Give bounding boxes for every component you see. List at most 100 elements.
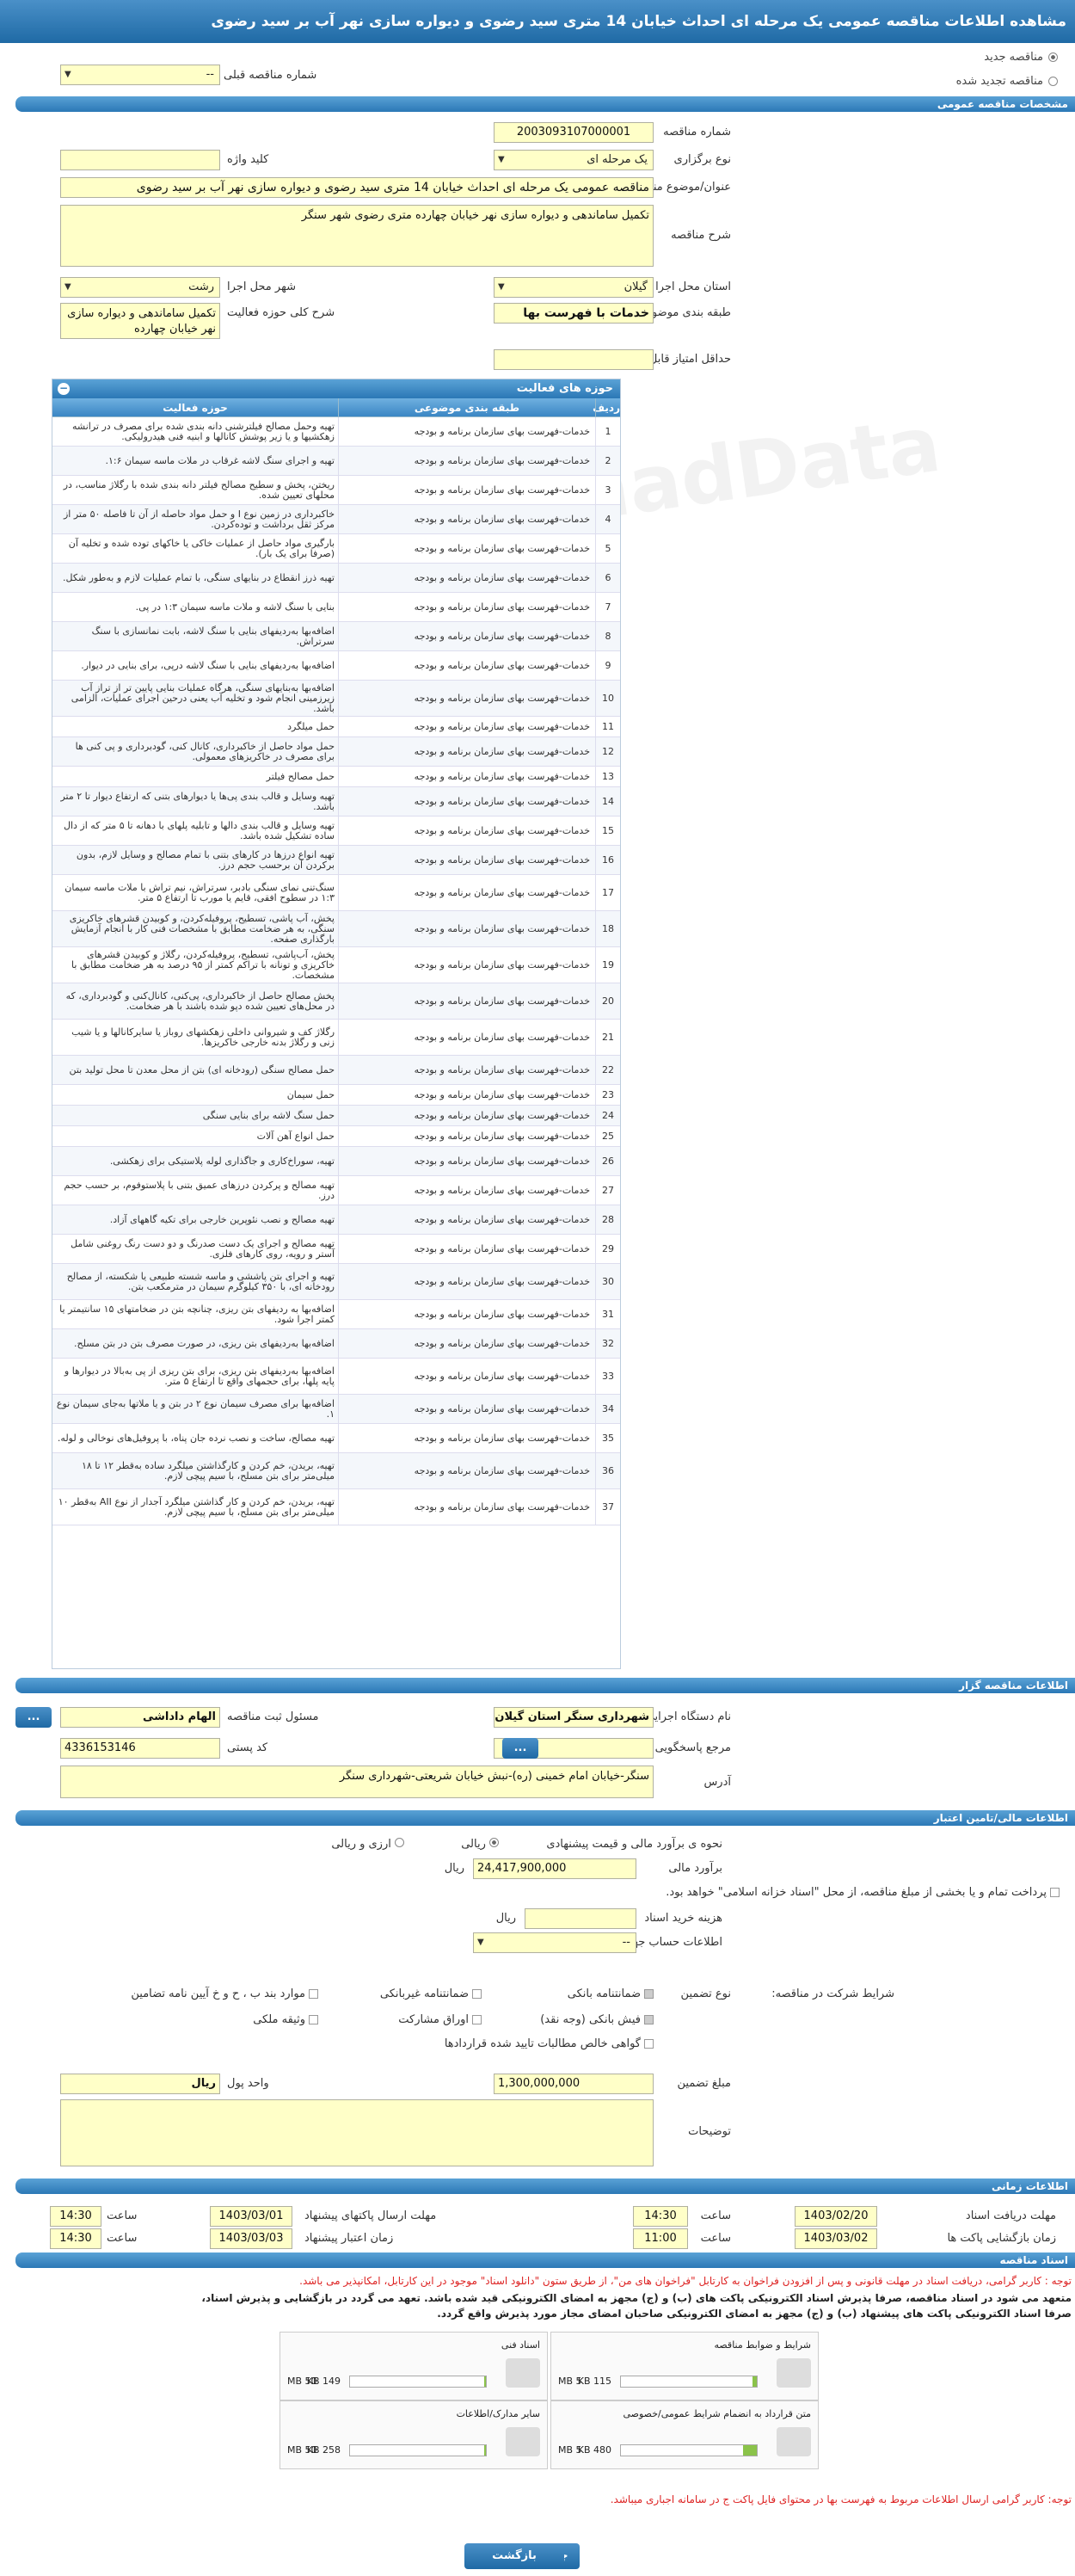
file-card[interactable]: متن قرارداد به انضمام شرایط عمومی/خصوصی 4… — [550, 2400, 819, 2469]
row-index: 31 — [602, 1309, 614, 1320]
row-category: خدمات-فهرست بهای سازمان برنامه و بودجه — [338, 1453, 596, 1488]
category-field: خدمات با فهرست بها — [494, 303, 654, 324]
g2[interactable]: ضمانتنامه غیربانکی — [380, 1987, 482, 2000]
amount-field: 1,300,000,000 — [494, 2074, 654, 2094]
estimate-field: 24,417,900,000 — [473, 1858, 636, 1879]
row-activity: تهیه ذرز انقطاع در بنایهای سنگی، با تمام… — [63, 571, 335, 583]
estimate-type-label: نحوه ی برآورد مالی و قیمت پیشنهادی — [546, 1838, 722, 1851]
g7[interactable]: گواهی خالص مطالبات تایید شده قراردادها — [445, 2037, 654, 2050]
docs-note-4: توجه: کاربر گرامی ارسال اطلاعات مربوط به… — [610, 2493, 1072, 2505]
row-category: خدمات-فهرست بهای سازمان برنامه و بودجه — [338, 875, 596, 910]
collapse-icon[interactable]: − — [58, 383, 70, 395]
chevron-down-icon: ▼ — [64, 70, 71, 79]
subject-field: مناقصه عمومی یک مرحله ای احداث خیابان 14… — [60, 177, 654, 198]
g4[interactable]: فیش بانکی (وجه نقد) — [540, 2013, 654, 2026]
row-index: 24 — [602, 1110, 614, 1121]
row-category: خدمات-فهرست بهای سازمان برنامه و بودجه — [338, 1329, 596, 1358]
file-card[interactable]: سایر مدارک/اطلاعات 258 KB 50 MB — [280, 2400, 548, 2469]
radio-dot-icon — [1048, 76, 1058, 86]
row-index: 17 — [602, 887, 614, 898]
ref-more-button[interactable]: ... — [502, 1738, 538, 1759]
send-time-label: ساعت — [107, 2209, 138, 2222]
docs-note-2: متعهد می شود در اسناد مناقصه، صرفا پذیرش… — [201, 2292, 1072, 2304]
row-activity: اضافه‌بها به‌ردیفهای بتن ریزی، برای بتن … — [64, 1365, 335, 1387]
g1-label: ضمانتنامه بانکی — [567, 1987, 641, 2000]
back-button[interactable]: بازگشت — [464, 2543, 564, 2569]
row-activity: ریختن، پخش و سطیح مصالح فیلتر دانه بندی … — [63, 478, 335, 501]
valid-date: 1403/03/03 — [210, 2228, 292, 2249]
postal-label: کد پستی — [227, 1741, 268, 1754]
opt-rial[interactable]: ریالی — [461, 1838, 499, 1851]
radio-dot-icon — [489, 1838, 499, 1847]
file-size: 115 KB — [577, 2376, 611, 2387]
radio-renew[interactable]: مناقصه تجدید شده — [956, 69, 1058, 93]
table-row: 34 خدمات-فهرست بهای سازمان برنامه و بودجه… — [52, 1395, 620, 1424]
type-select[interactable]: یک مرحله ای ▼ — [494, 150, 654, 170]
minscore-field — [494, 349, 654, 370]
ref-label: مرجع پاسخگویی — [654, 1741, 731, 1754]
row-category: خدمات-فهرست بهای سازمان برنامه و بودجه — [338, 1424, 596, 1452]
file-card[interactable]: اسناد فنی 149 KB 50 MB — [280, 2332, 548, 2400]
row-category: خدمات-فهرست بهای سازمان برنامه و بودجه — [338, 1359, 596, 1394]
row-activity: سنگ‌تنی نمای سنگی بادبر، سرتراش، نیم ترا… — [64, 881, 335, 903]
radio-new[interactable]: مناقصه جدید — [956, 45, 1058, 69]
account-select[interactable]: -- ▼ — [473, 1932, 636, 1953]
activities-header-row: ردیف طبقه بندی موضوعی حوزه فعالیت — [52, 398, 620, 417]
row-activity: تهیه مصالح، ساخت و نصب نرده جان پناه، با… — [57, 1432, 335, 1444]
file-size-fill — [743, 2445, 757, 2456]
file-name: اسناد فنی — [501, 2339, 540, 2351]
row-category: خدمات-فهرست بهای سازمان برنامه و بودجه — [338, 787, 596, 816]
prev-number-select[interactable]: -- ▼ — [60, 65, 220, 85]
type-value: یک مرحله ای — [587, 153, 648, 166]
checkbox-icon — [644, 2039, 654, 2049]
opt-fx[interactable]: ارزی و ریالی — [331, 1838, 404, 1851]
g4-label: فیش بانکی (وجه نقد) — [540, 2013, 641, 2026]
resp-field: الهام داداشی — [60, 1707, 220, 1728]
desc-field: تکمیل ساماندهی و دیواره سازی نهر خیابان … — [60, 205, 654, 267]
chevron-down-icon: ▼ — [498, 282, 505, 292]
table-row: 7 خدمات-فهرست بهای سازمان برنامه و بودجه ب… — [52, 593, 620, 622]
row-category: خدمات-فهرست بهای سازمان برنامه و بودجه — [338, 534, 596, 563]
activities-table: حوزه های فعالیت − ردیف طبقه بندی موضوعی ح… — [52, 379, 621, 1669]
row-index: 14 — [602, 796, 614, 807]
g6[interactable]: وثیقه ملکی — [253, 2013, 318, 2026]
table-row: 27 خدمات-فهرست بهای سازمان برنامه و بودجه… — [52, 1176, 620, 1205]
city-select[interactable]: رشت ▼ — [60, 277, 220, 298]
row-index: 34 — [602, 1403, 614, 1414]
checkbox-icon — [309, 2015, 318, 2024]
row-activity: اضافه‌بها به‌ردیفهای بنایی با سنگ لاشه، … — [91, 625, 335, 647]
send-date: 1403/03/01 — [210, 2206, 292, 2227]
g1[interactable]: ضمانتنامه بانکی — [568, 1987, 654, 2000]
file-size: 480 KB — [577, 2444, 611, 2456]
resp-more-button[interactable]: ... — [15, 1707, 52, 1728]
row-index: 33 — [602, 1371, 614, 1382]
row-index: 25 — [602, 1131, 614, 1142]
estimate-label: برآورد مالی — [668, 1862, 722, 1875]
file-max: 50 MB — [287, 2376, 317, 2387]
row-index: 9 — [605, 660, 611, 671]
row-index: 18 — [602, 923, 614, 934]
file-name: سایر مدارک/اطلاعات — [456, 2408, 540, 2419]
docs-note-1: توجه : کاربر گرامی، دریافت اسناد در مهلت… — [299, 2275, 1072, 2287]
row-activity: رگلاژ کف و شیروانی داخلی زهکشهای روباز ی… — [71, 1026, 335, 1048]
row-category: خدمات-فهرست بهای سازمان برنامه و بودجه — [338, 1147, 596, 1175]
row-activity: خاکبرداری در زمین نوع I و حمل مواد حاصله… — [63, 508, 335, 530]
file-size-bar — [620, 2376, 758, 2388]
file-size-fill — [484, 2445, 486, 2456]
g3[interactable]: موارد بند ب ، ح و خ آیین نامه تضامین — [131, 1987, 318, 2000]
row-activity: پخش، آب‌پاشی، تسطیح، پروفیله‌کردن، رگلاژ… — [71, 948, 335, 981]
province-select[interactable]: گیلان ▼ — [494, 277, 654, 298]
unit-label: واحد پول — [227, 2077, 269, 2090]
row-activity: پخش، آب پاشی، تسطیح، پروفیله‌کردن، و کوب… — [69, 912, 335, 945]
checkbox-icon — [472, 2015, 482, 2024]
checkbox-icon — [309, 1989, 318, 1999]
table-row: 25 خدمات-فهرست بهای سازمان برنامه و بودجه… — [52, 1126, 620, 1147]
g5[interactable]: اوراق مشارکت — [398, 2013, 482, 2026]
treasury-check[interactable]: پرداخت تمام و یا بخشی از مبلغ مناقصه، از… — [666, 1886, 1060, 1899]
row-activity: اضافه‌بها به ردیفهای بتن ریزی، چنانچه بت… — [59, 1303, 335, 1325]
prev-number-value: -- — [206, 68, 214, 81]
file-card[interactable]: شرایط و ضوابط مناقصه 115 KB 5 MB — [550, 2332, 819, 2400]
row-category: خدمات-فهرست بهای سازمان برنامه و بودجه — [338, 1395, 596, 1423]
table-row: 19 خدمات-فهرست بهای سازمان برنامه و بودجه… — [52, 947, 620, 983]
row-index: 7 — [605, 601, 611, 613]
